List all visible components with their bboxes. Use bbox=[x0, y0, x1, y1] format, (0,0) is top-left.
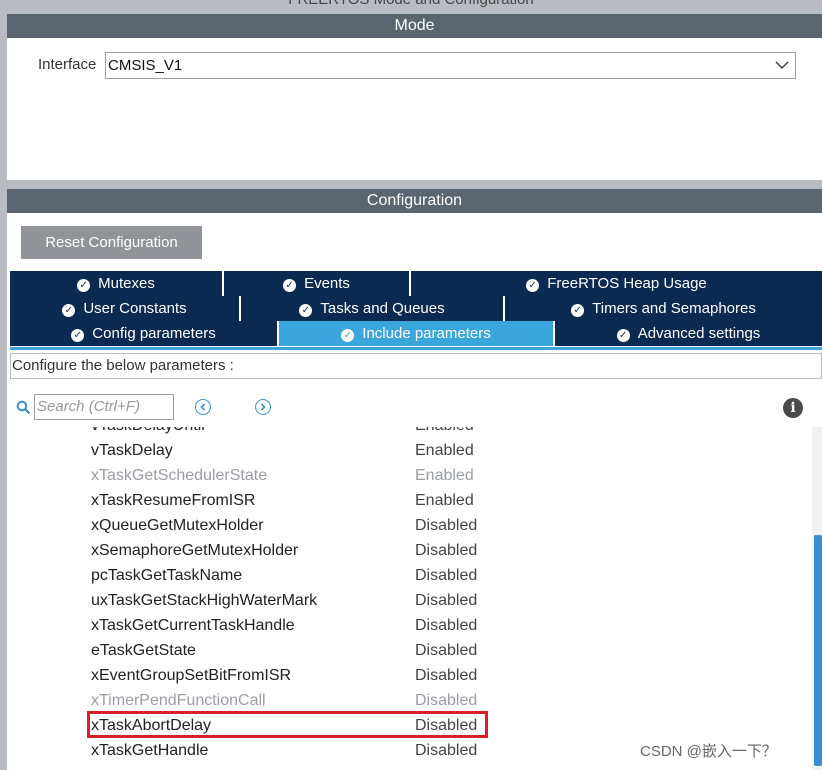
parameter-value[interactable]: Enabled bbox=[415, 427, 474, 438]
tab-mutexes[interactable]: ✓ Mutexes bbox=[10, 271, 224, 296]
parameter-value[interactable]: Disabled bbox=[415, 588, 477, 613]
tab-user-constants[interactable]: ✓ User Constants bbox=[10, 296, 241, 321]
search-icon bbox=[16, 400, 31, 419]
table-row[interactable]: vTaskDelay Enabled bbox=[7, 438, 810, 463]
configure-description: Configure the below parameters : bbox=[10, 353, 822, 379]
check-circle-icon: ✓ bbox=[77, 279, 91, 292]
table-row[interactable]: xEventGroupSetBitFromISR Disabled bbox=[7, 663, 810, 688]
panel-caption: FREERTOS Mode and Configuration bbox=[0, 0, 822, 8]
interface-value: CMSIS_V1 bbox=[108, 57, 183, 74]
parameter-value[interactable]: Enabled bbox=[415, 463, 474, 488]
parameter-value[interactable]: Disabled bbox=[415, 613, 477, 638]
tab-tasks-and-queues[interactable]: ✓ Tasks and Queues bbox=[241, 296, 505, 321]
parameter-value[interactable]: Disabled bbox=[415, 513, 477, 538]
chevron-down-icon[interactable] bbox=[775, 53, 789, 78]
check-circle-icon: ✓ bbox=[526, 279, 540, 292]
tab-config-parameters[interactable]: ✓ Config parameters bbox=[10, 321, 279, 346]
parameter-name: pcTaskGetTaskName bbox=[91, 567, 243, 584]
parameter-name: xSemaphoreGetMutexHolder bbox=[91, 542, 299, 559]
tab-advanced-settings[interactable]: ✓ Advanced settings bbox=[555, 321, 822, 346]
watermark-text: CSDN @嵌入一下？ bbox=[640, 743, 777, 760]
search-input[interactable]: Search (Ctrl+F) bbox=[34, 394, 174, 420]
reset-configuration-button[interactable]: Reset Configuration bbox=[21, 226, 202, 259]
parameter-name: vTaskDelay bbox=[91, 442, 173, 459]
parameter-name: xQueueGetMutexHolder bbox=[91, 517, 264, 534]
table-row[interactable]: xTaskResumeFromISR Enabled bbox=[7, 488, 810, 513]
tab-include-parameters[interactable]: ✓ Include parameters bbox=[279, 321, 555, 346]
table-row[interactable]: vTaskDelayUntil Enabled bbox=[7, 427, 810, 438]
table-row[interactable]: xTaskGetSchedulerState Enabled bbox=[7, 463, 810, 488]
table-row[interactable]: pcTaskGetTaskName Disabled bbox=[7, 563, 810, 588]
check-circle-icon: ✓ bbox=[62, 304, 76, 317]
check-circle-icon: ✓ bbox=[283, 279, 297, 292]
parameter-name: xEventGroupSetBitFromISR bbox=[91, 667, 292, 684]
configuration-header: Configuration bbox=[7, 189, 822, 213]
parameter-value[interactable]: Disabled bbox=[415, 638, 477, 663]
check-circle-icon: ✓ bbox=[616, 329, 630, 342]
check-circle-icon: ✓ bbox=[341, 329, 355, 342]
check-circle-icon: ✓ bbox=[299, 304, 313, 317]
search-next-button[interactable] bbox=[255, 399, 271, 415]
table-row[interactable]: xTaskGetCurrentTaskHandle Disabled bbox=[7, 613, 810, 638]
table-row[interactable]: eTaskGetState Disabled bbox=[7, 638, 810, 663]
table-row[interactable]: xQueueGetMutexHolder Disabled bbox=[7, 513, 810, 538]
mode-header: Mode bbox=[7, 14, 822, 38]
parameter-value[interactable]: Enabled bbox=[415, 488, 474, 513]
parameter-value[interactable]: Disabled bbox=[415, 688, 477, 713]
parameter-name: xTimerPendFunctionCall bbox=[91, 692, 266, 709]
mode-panel: Mode Interface CMSIS_V1 bbox=[7, 14, 822, 180]
table-row[interactable]: uxTaskGetStackHighWaterMark Disabled bbox=[7, 588, 810, 613]
check-circle-icon: ✓ bbox=[71, 329, 85, 342]
interface-select[interactable]: CMSIS_V1 bbox=[105, 52, 796, 79]
info-icon[interactable]: i bbox=[783, 398, 803, 418]
scrollbar-thumb[interactable] bbox=[814, 535, 822, 766]
parameter-value[interactable]: Disabled bbox=[415, 663, 477, 688]
table-row[interactable]: xSemaphoreGetMutexHolder Disabled bbox=[7, 538, 810, 563]
active-tab-underline bbox=[10, 347, 822, 350]
tab-freertos-heap-usage[interactable]: ✓ FreeRTOS Heap Usage bbox=[411, 271, 822, 296]
check-circle-icon: ✓ bbox=[571, 304, 585, 317]
search-previous-button[interactable] bbox=[195, 399, 211, 415]
parameter-value[interactable]: Enabled bbox=[415, 438, 474, 463]
parameter-name: eTaskGetState bbox=[91, 642, 196, 659]
parameter-name: uxTaskGetStackHighWaterMark bbox=[91, 592, 318, 609]
parameter-value[interactable]: Disabled bbox=[415, 538, 477, 563]
tab-events[interactable]: ✓ Events bbox=[224, 271, 411, 296]
parameter-value[interactable]: Disabled bbox=[415, 738, 477, 763]
parameter-name: xTaskResumeFromISR bbox=[91, 492, 256, 509]
parameter-value[interactable]: Disabled bbox=[415, 563, 477, 588]
configuration-panel: Configuration Reset Configuration ✓ Mutex… bbox=[7, 189, 822, 770]
table-row[interactable]: xTimerPendFunctionCall Disabled bbox=[7, 688, 810, 713]
tab-timers-and-semaphores[interactable]: ✓ Timers and Semaphores bbox=[505, 296, 822, 321]
parameter-name: xTaskGetHandle bbox=[91, 742, 209, 759]
interface-label: Interface bbox=[38, 56, 97, 73]
highlight-annotation-box bbox=[87, 711, 488, 738]
parameter-name: xTaskGetSchedulerState bbox=[91, 467, 268, 484]
parameter-name: vTaskDelayUntil bbox=[91, 427, 205, 438]
parameter-name: xTaskGetCurrentTaskHandle bbox=[91, 617, 295, 634]
